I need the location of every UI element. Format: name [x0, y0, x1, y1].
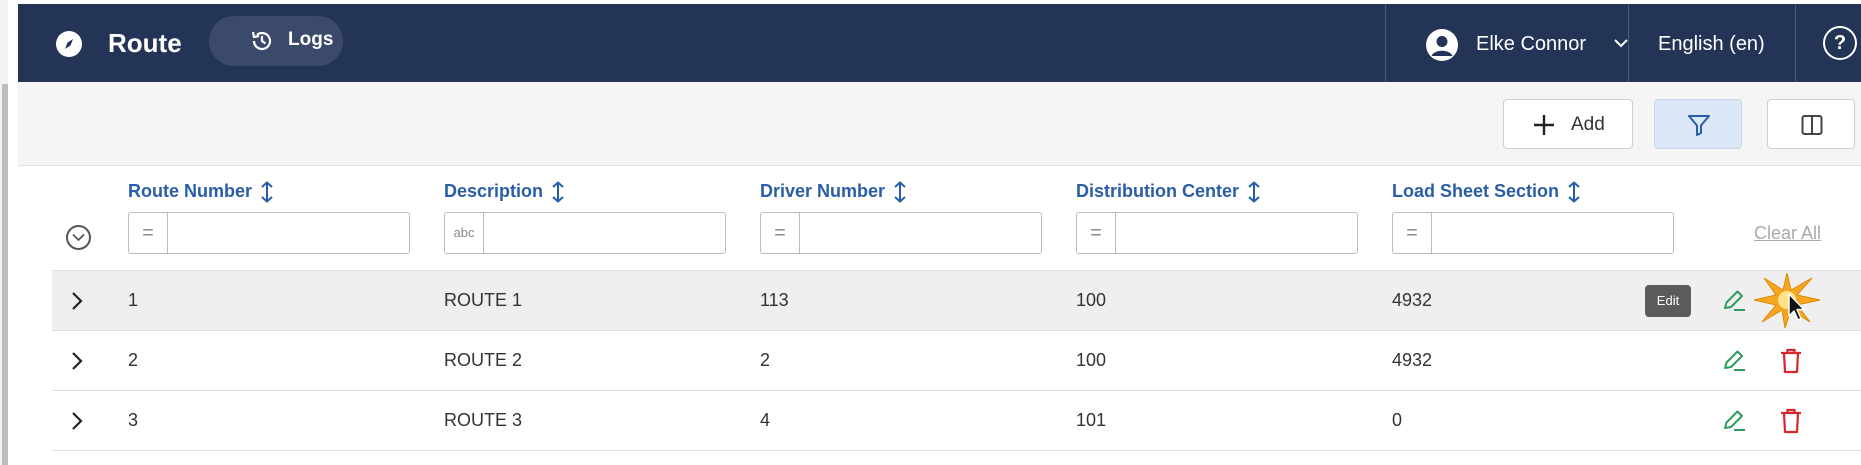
language-selector[interactable]: English (en) — [1658, 33, 1765, 56]
filter-operator[interactable]: = — [1393, 213, 1432, 253]
column-header-route-number[interactable]: Route Number — [128, 181, 274, 204]
filter-operator[interactable]: abc — [445, 213, 484, 253]
cell-distribution-center: 101 — [1076, 410, 1107, 430]
edit-icon[interactable] — [1721, 347, 1747, 373]
cell-distribution-center: 100 — [1076, 290, 1107, 310]
table-bottom-border — [52, 450, 1861, 451]
edit-tooltip: Edit — [1645, 285, 1691, 317]
cell-description: ROUTE 2 — [444, 350, 523, 370]
page-title: Route — [108, 28, 182, 58]
table-row[interactable]: 1 ROUTE 1 113 100 4932 — [52, 270, 1861, 330]
columns-button[interactable] — [1767, 99, 1855, 149]
filter-icon — [1688, 115, 1710, 136]
cell-description: ROUTE 3 — [444, 410, 523, 430]
column-header-label: Driver Number — [760, 181, 886, 201]
logs-button[interactable]: Logs — [209, 16, 343, 66]
filter-load-sheet-section: = — [1392, 212, 1674, 254]
cell-load-sheet-section: 0 — [1392, 410, 1403, 430]
cell-driver-number: 113 — [760, 290, 789, 310]
filter-description: abc — [444, 212, 726, 254]
sort-icon[interactable] — [551, 181, 565, 204]
filter-distribution-center: = — [1076, 212, 1358, 254]
filter-route-number: = — [128, 212, 410, 254]
cell-driver-number: 2 — [760, 350, 771, 370]
filter-distribution-center-input[interactable] — [1117, 213, 1357, 253]
columns-icon — [1801, 115, 1823, 135]
help-icon[interactable]: ? — [1823, 26, 1857, 60]
delete-icon[interactable] — [1779, 407, 1803, 435]
filter-operator[interactable]: = — [129, 213, 168, 253]
nav-divider — [1795, 4, 1796, 82]
edit-icon[interactable] — [1721, 407, 1747, 433]
filter-operator[interactable]: = — [1077, 213, 1116, 253]
filter-description-input[interactable] — [485, 213, 725, 253]
route-page: Route Logs Elke Connor English (en) ? Ad… — [0, 0, 1861, 465]
add-button[interactable]: Add — [1503, 99, 1633, 149]
cell-route-number: 3 — [128, 410, 139, 430]
left-scrollbar-thumb[interactable] — [2, 84, 8, 465]
column-header-label: Load Sheet Section — [1392, 181, 1560, 201]
sort-icon[interactable] — [260, 181, 274, 204]
cell-description: ROUTE 1 — [444, 290, 523, 310]
filter-operator[interactable]: = — [761, 213, 800, 253]
sort-icon[interactable] — [1567, 181, 1581, 204]
column-header-driver-number[interactable]: Driver Number — [760, 181, 907, 204]
cell-distribution-center: 100 — [1076, 350, 1107, 370]
table-row[interactable]: 2 ROUTE 2 2 100 4932 — [52, 330, 1861, 390]
filter-load-sheet-section-input[interactable] — [1433, 213, 1673, 253]
sort-icon[interactable] — [1247, 181, 1261, 204]
filter-driver-number-input[interactable] — [801, 213, 1041, 253]
plus-icon — [1534, 115, 1554, 135]
left-scrollbar[interactable] — [0, 0, 8, 465]
compass-icon — [56, 31, 82, 57]
edit-icon[interactable] — [1721, 287, 1747, 313]
user-name: Elke Connor — [1476, 33, 1587, 55]
cell-route-number: 1 — [128, 290, 139, 310]
chevron-right-icon[interactable] — [70, 291, 84, 311]
user-menu[interactable]: Elke Connor — [1388, 4, 1628, 82]
chevron-right-icon[interactable] — [70, 351, 84, 371]
add-button-label: Add — [1571, 114, 1605, 135]
column-header-label: Route Number — [128, 181, 253, 201]
column-header-distribution-center[interactable]: Distribution Center — [1076, 181, 1261, 204]
clear-all-link[interactable]: Clear All — [1754, 223, 1821, 244]
nav-divider — [1628, 4, 1629, 82]
column-header-label: Distribution Center — [1076, 181, 1240, 201]
nav-divider — [1385, 4, 1386, 82]
logs-label: Logs — [288, 29, 334, 50]
filter-toggle-button[interactable] — [1654, 99, 1742, 149]
sort-icon[interactable] — [893, 181, 907, 204]
filter-route-number-input[interactable] — [169, 213, 409, 253]
column-header-description[interactable]: Description — [444, 181, 565, 204]
cell-route-number: 2 — [128, 350, 139, 370]
column-header-label: Description — [444, 181, 544, 201]
filter-driver-number: = — [760, 212, 1042, 254]
chevron-down-icon — [1614, 39, 1628, 48]
top-nav-bar: Route Logs Elke Connor English (en) ? — [18, 4, 1861, 82]
mouse-pointer-icon — [1753, 272, 1821, 329]
user-avatar-icon — [1426, 29, 1458, 61]
toolbar: Add — [18, 82, 1861, 166]
cell-load-sheet-section: 4932 — [1392, 350, 1433, 370]
cell-driver-number: 4 — [760, 410, 771, 430]
history-icon — [251, 31, 272, 51]
chevron-right-icon[interactable] — [70, 411, 84, 431]
column-header-load-sheet-section[interactable]: Load Sheet Section — [1392, 181, 1581, 204]
table-row[interactable]: 3 ROUTE 3 4 101 0 — [52, 390, 1861, 450]
cell-load-sheet-section: 4932 — [1392, 290, 1433, 310]
delete-icon[interactable] — [1779, 347, 1803, 375]
expand-all-icon[interactable] — [66, 225, 91, 250]
